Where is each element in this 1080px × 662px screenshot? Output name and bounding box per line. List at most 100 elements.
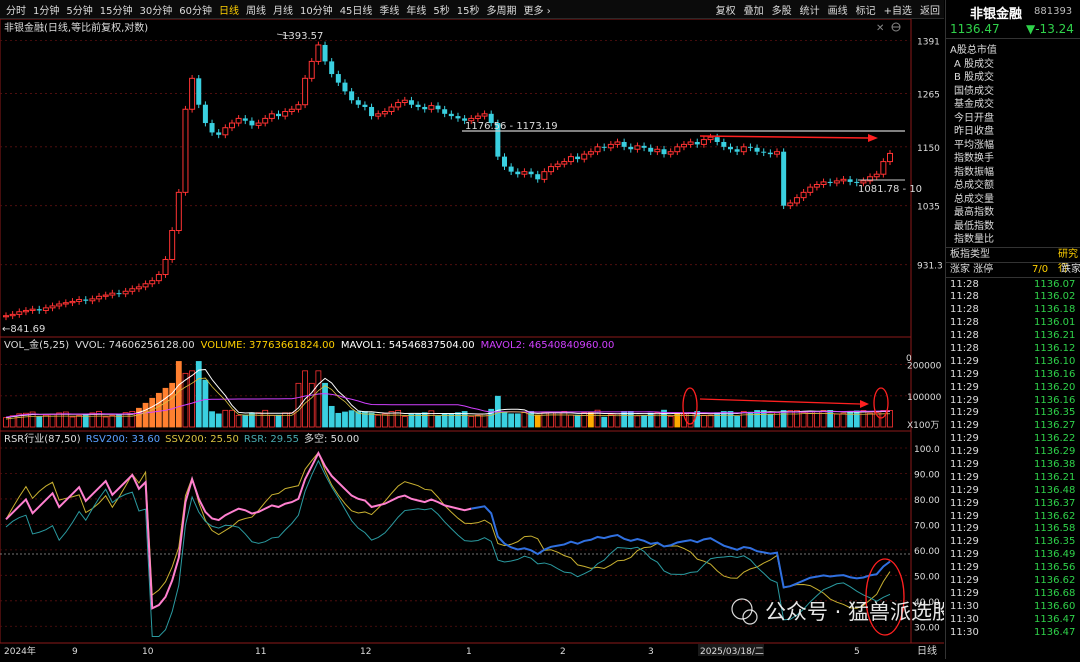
candle-body [109, 292, 116, 296]
volume-bar [774, 412, 780, 428]
candle-body [601, 146, 607, 148]
candle-body [175, 191, 182, 232]
period-tab-9[interactable]: 10分钟 [300, 2, 333, 17]
period-tab-7[interactable]: 周线 [246, 2, 266, 17]
tick-row: 11:29 1136.21 [950, 471, 1076, 483]
candle-body [276, 113, 282, 117]
period-tab-14[interactable]: 15秒 [457, 2, 480, 17]
chart-area[interactable]: 非银金融(日线,等比前复权,对数) ✕ 1391 1265 1150 1035 931.… [0, 18, 953, 659]
toolbar-action-6[interactable]: +自选 [884, 2, 912, 17]
volume-bar [501, 412, 508, 428]
volume-bar [847, 410, 854, 428]
quote-fields: A股总市值 A 股成交 B 股成交 国债成交 基金成交 今日开盘 昨日收盘 平均涨幅 指数换手指… [946, 39, 1080, 247]
cursor-date: 2025/03/18/二 [700, 647, 764, 657]
tick-row: 11:29 1136.16 [950, 394, 1076, 406]
toolbar-action-4[interactable]: 画线 [828, 2, 848, 17]
candle-body [448, 113, 454, 117]
toolbar-action-3[interactable]: 统计 [800, 2, 820, 17]
candle-body [827, 181, 833, 183]
candle-body [262, 117, 269, 124]
volume-bar [455, 412, 461, 428]
tick-row: 11:30 1136.60 [950, 600, 1076, 612]
period-tab-2[interactable]: 5分钟 [66, 2, 92, 17]
toolbar-action-1[interactable]: 叠加 [744, 2, 764, 17]
candle-body [155, 274, 162, 282]
period-tab-10[interactable]: 45日线 [340, 2, 373, 17]
main-close-icon[interactable]: ✕ [876, 23, 884, 34]
candle-body [89, 298, 96, 302]
kline-chart-svg[interactable]: 非银金融(日线,等比前复权,对数) ✕ 1391126511501035931.… [0, 18, 953, 659]
period-tab-16[interactable]: 更多 › [524, 2, 551, 17]
candle-body [860, 180, 867, 184]
candle-body [135, 286, 142, 290]
period-tab-1[interactable]: 1分钟 [33, 2, 59, 17]
tick-row: 11:28 1136.02 [950, 291, 1076, 303]
candle-body [727, 146, 733, 150]
x-axis-label: 12 [360, 647, 371, 657]
candle-body [714, 137, 720, 142]
candle-body [820, 181, 827, 185]
vol-y-tick: 100000 [907, 393, 942, 403]
volume-bar [654, 412, 661, 428]
tick-row: 11:29 1136.29 [950, 446, 1076, 458]
toolbar-action-7[interactable]: 返回 [920, 2, 940, 17]
candle-body [667, 151, 674, 155]
tick-row: 11:29 1136.48 [950, 484, 1076, 496]
period-tab-8[interactable]: 月线 [273, 2, 293, 17]
candle-body [813, 183, 820, 188]
candle-body [807, 186, 814, 193]
toolbar-action-2[interactable]: 多股 [772, 2, 792, 17]
candle-body [854, 181, 860, 183]
candle-body [628, 146, 634, 150]
candle-body [654, 148, 661, 153]
volume-bar [740, 411, 747, 428]
rsr-y-tick: 100.0 [914, 445, 940, 455]
period-tab-4[interactable]: 30分钟 [139, 2, 172, 17]
toolbar-action-5[interactable]: 标记 [856, 2, 876, 17]
rsr-y-tick: 90.00 [914, 470, 940, 480]
volume-bar [401, 416, 408, 428]
period-tab-11[interactable]: 季线 [379, 2, 399, 17]
period-tab-3[interactable]: 15分钟 [100, 2, 133, 17]
candle-body [255, 122, 262, 126]
candle-body [521, 171, 528, 175]
candle-body [754, 147, 760, 152]
period-tab-0[interactable]: 分时 [6, 2, 26, 17]
candle-body [634, 145, 641, 150]
tick-row: 11:30 1136.47 [950, 626, 1076, 638]
period-tab-12[interactable]: 年线 [406, 2, 426, 17]
period-tab-5[interactable]: 60分钟 [179, 2, 212, 17]
volume-bar [89, 412, 96, 428]
main-y-tick: 1265 [917, 91, 940, 101]
toolbar-action-0[interactable]: 复权 [716, 2, 736, 17]
x-axis-label: 1 [466, 647, 472, 657]
candle-body [740, 146, 747, 153]
period-tabs: 分时 1分钟 5分钟 15分钟 30分钟 60分钟 日线 周线 月线 10分钟 45日线 季线 年线 5秒… [0, 2, 558, 17]
candle-body [49, 305, 56, 309]
x-axis-label: 10 [142, 647, 154, 657]
candle-body [142, 283, 149, 288]
volume-bar [142, 402, 149, 428]
volume-bar [794, 410, 800, 428]
candle-body [209, 123, 215, 133]
tick-row: 11:29 1136.68 [950, 587, 1076, 599]
period-tab-6[interactable]: 日线 [219, 2, 239, 17]
period-tab-13[interactable]: 5秒 [433, 2, 449, 17]
volume-bar [56, 412, 63, 428]
volume-bar [209, 411, 215, 428]
main-y-tick: 1035 [917, 203, 940, 213]
candle-body [282, 111, 289, 117]
volume-bar [229, 409, 235, 428]
quote-field-12: 最高指数 [954, 207, 994, 218]
period-tab-15[interactable]: 多周期 [487, 2, 517, 17]
candle-body [800, 191, 807, 199]
volume-bar [109, 415, 116, 428]
volume-bar [268, 414, 275, 428]
volume-bar [242, 414, 249, 428]
quote-field-7: 平均涨幅 [954, 139, 994, 151]
volume-bar [169, 382, 176, 428]
volume-bar [215, 413, 222, 428]
volume-bar [441, 413, 448, 428]
candle-body [116, 293, 122, 295]
rsr-header-item: SSV200: 25.50 [165, 434, 239, 445]
